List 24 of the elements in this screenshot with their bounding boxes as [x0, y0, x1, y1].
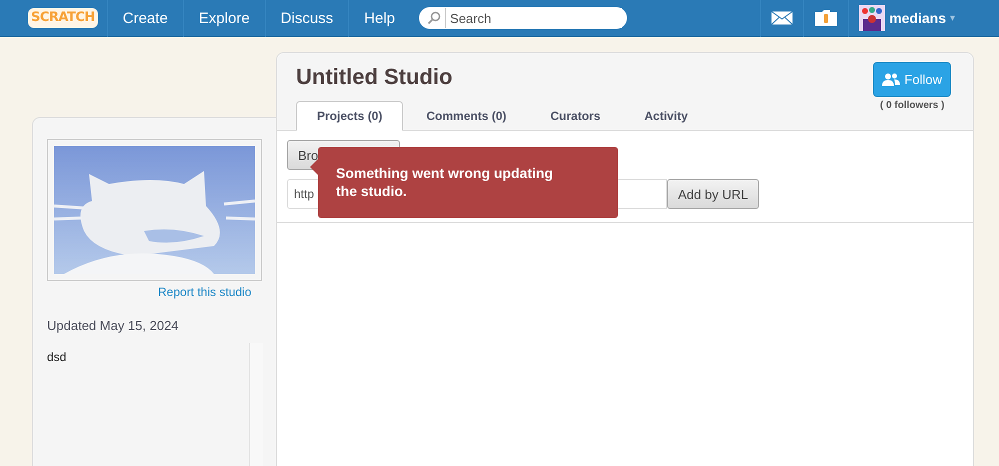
envelope-icon[interactable] [771, 11, 794, 25]
search-field[interactable]: Search [419, 7, 628, 29]
error-message: Something went wrong updating the studio. [336, 164, 554, 200]
follower-count: ( 0 followers ) [880, 100, 944, 111]
tab[interactable]: Projects (0) [296, 101, 404, 131]
add-by-url-button[interactable]: Add by URL [667, 179, 760, 209]
tab[interactable]: Activity [623, 101, 709, 131]
nav-link[interactable]: Explore [182, 0, 265, 36]
people-icon [882, 73, 900, 86]
caret-icon[interactable]: ▾ [950, 12, 955, 24]
nav-link[interactable]: Create [106, 0, 183, 36]
updated-date: Updated May 15, 2024 [47, 318, 180, 333]
avatar-icon[interactable] [859, 5, 886, 31]
report-link[interactable]: Report this studio [158, 285, 252, 299]
follow-button[interactable]: Follow [873, 62, 951, 97]
username[interactable]: medians [889, 10, 946, 26]
tab[interactable]: Curators [529, 101, 622, 131]
studio-description: dsd [47, 350, 66, 364]
folder-icon[interactable] [814, 9, 838, 27]
nav-link[interactable]: Help [348, 0, 410, 36]
studio-title: Untitled Studio [296, 64, 454, 90]
tab[interactable]: Comments (0) [405, 101, 528, 131]
nav-link[interactable]: Discuss [264, 0, 348, 36]
search-icon [427, 11, 442, 25]
